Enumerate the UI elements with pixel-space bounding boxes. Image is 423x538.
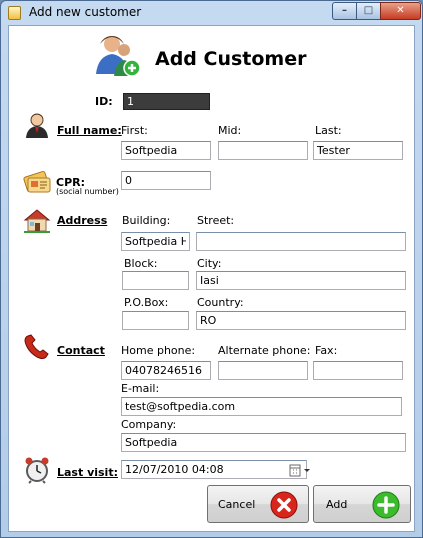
block-field[interactable] (122, 271, 189, 290)
cpr-field[interactable] (121, 171, 211, 190)
title-bar[interactable]: Add new customer – □ ✕ (1, 1, 422, 25)
window-title: Add new customer (29, 5, 142, 19)
add-button-label: Add (326, 498, 348, 511)
mid-name-label: Mid: (218, 124, 242, 137)
cancel-button-label: Cancel (218, 498, 256, 511)
cancel-icon (270, 491, 298, 519)
country-field[interactable] (196, 311, 406, 330)
last-name-label: Last: (315, 124, 342, 137)
email-field[interactable] (121, 397, 402, 416)
company-field[interactable] (121, 433, 406, 452)
city-field[interactable] (196, 271, 406, 290)
users-add-icon (96, 36, 141, 77)
first-name-label: First: (121, 124, 148, 137)
block-label: Block: (124, 257, 158, 270)
company-label: Company: (121, 418, 177, 431)
pobox-label: P.O.Box: (124, 296, 169, 309)
home-phone-field[interactable] (121, 361, 211, 380)
city-label: City: (197, 257, 222, 270)
alternate-phone-label: Alternate phone: (218, 344, 311, 357)
fax-field[interactable] (313, 361, 403, 380)
building-field[interactable] (121, 232, 190, 251)
house-icon (23, 209, 51, 233)
page-title: Add Customer (155, 48, 307, 70)
phone-icon (24, 334, 49, 359)
last-visit-field[interactable] (121, 460, 307, 479)
contact-section: Contact (57, 344, 105, 357)
id-label: ID: (95, 95, 113, 108)
full-name-section: Full name: (57, 124, 122, 137)
maximize-button[interactable]: □ (356, 2, 381, 20)
minimize-button[interactable]: – (332, 2, 357, 20)
last-visit-section: Last visit: (57, 466, 118, 479)
fax-label: Fax: (315, 344, 338, 357)
country-label: Country: (197, 296, 244, 309)
pobox-field[interactable] (122, 311, 189, 330)
app-icon (8, 6, 21, 20)
cancel-button[interactable]: Cancel (207, 485, 309, 523)
id-field[interactable] (123, 93, 210, 110)
email-label: E-mail: (121, 382, 160, 395)
close-button[interactable]: ✕ (380, 2, 421, 20)
mid-name-field[interactable] (218, 141, 308, 160)
person-icon (26, 113, 48, 138)
cpr-sublabel: (social number) (56, 187, 119, 196)
street-field[interactable] (196, 232, 406, 251)
add-icon (372, 491, 400, 519)
street-label: Street: (197, 214, 235, 227)
calendar-dropdown-icon[interactable] (289, 463, 313, 478)
alarm-clock-icon (25, 457, 49, 484)
dialog-window: Add new customer – □ ✕ Add Customer ID: … (0, 0, 423, 538)
first-name-field[interactable] (121, 141, 211, 160)
add-button[interactable]: Add (313, 485, 411, 523)
home-phone-label: Home phone: (121, 344, 196, 357)
form-panel: Add Customer ID: Full name: First: Mid: … (8, 25, 415, 532)
id-card-icon (23, 170, 51, 193)
last-name-field[interactable] (313, 141, 403, 160)
building-label: Building: (122, 214, 171, 227)
alternate-phone-field[interactable] (218, 361, 308, 380)
address-section: Address (57, 214, 108, 227)
